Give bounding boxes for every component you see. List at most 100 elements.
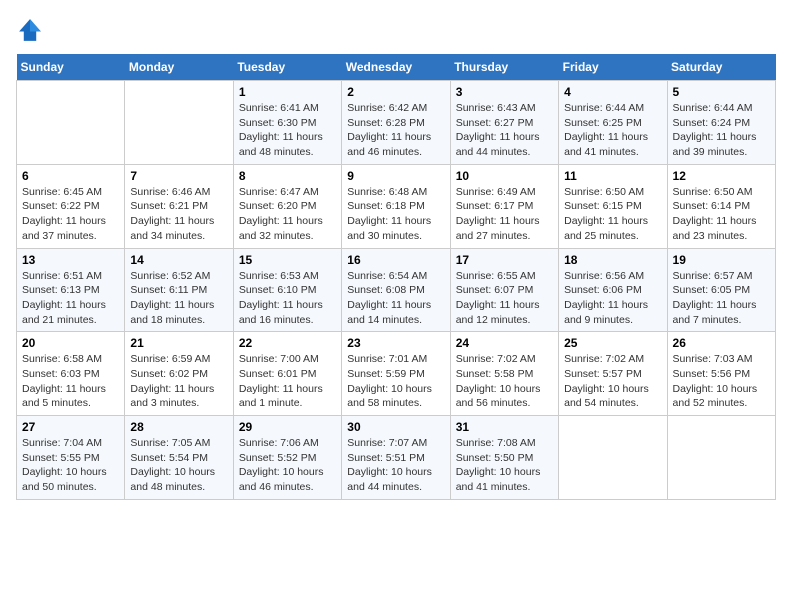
day-number: 18 — [564, 253, 661, 267]
day-info: Sunrise: 7:08 AM Sunset: 5:50 PM Dayligh… — [456, 436, 553, 495]
calendar-cell: 9 Sunrise: 6:48 AM Sunset: 6:18 PM Daylig… — [342, 164, 450, 248]
calendar-cell: 12Sunrise: 6:50 AM Sunset: 6:14 PM Dayli… — [667, 164, 775, 248]
calendar-table: SundayMondayTuesdayWednesdayThursdayFrid… — [16, 54, 776, 500]
day-number: 15 — [239, 253, 336, 267]
day-number: 9 — [347, 169, 444, 183]
header-friday: Friday — [559, 54, 667, 81]
calendar-cell: 17 Sunrise: 6:55 AM Sunset: 6:07 PM Dayli… — [450, 248, 558, 332]
calendar-cell: 13 Sunrise: 6:51 AM Sunset: 6:13 PM Dayli… — [17, 248, 125, 332]
calendar-cell: 25 Sunrise: 7:02 AM Sunset: 5:57 PM Dayli… — [559, 332, 667, 416]
day-number: 1 — [239, 85, 336, 99]
day-info: Sunrise: 6:52 AM Sunset: 6:11 PM Dayligh… — [130, 269, 227, 328]
calendar-cell: 5 Sunrise: 6:44 AM Sunset: 6:24 PM Daylig… — [667, 81, 775, 165]
day-number: 14 — [130, 253, 227, 267]
header-sunday: Sunday — [17, 54, 125, 81]
day-info: Sunrise: 6:51 AM Sunset: 6:13 PM Dayligh… — [22, 269, 119, 328]
day-number: 20 — [22, 336, 119, 350]
day-info: Sunrise: 7:01 AM Sunset: 5:59 PM Dayligh… — [347, 352, 444, 411]
day-number: 26 — [673, 336, 770, 350]
day-info: Sunrise: 6:53 AM Sunset: 6:10 PM Dayligh… — [239, 269, 336, 328]
day-info: Sunrise: 6:43 AM Sunset: 6:27 PM Dayligh… — [456, 101, 553, 160]
calendar-cell: 15 Sunrise: 6:53 AM Sunset: 6:10 PM Dayli… — [233, 248, 341, 332]
day-info: Sunrise: 7:02 AM Sunset: 5:57 PM Dayligh… — [564, 352, 661, 411]
day-info: Sunrise: 6:55 AM Sunset: 6:07 PM Dayligh… — [456, 269, 553, 328]
day-info: Sunrise: 7:07 AM Sunset: 5:51 PM Dayligh… — [347, 436, 444, 495]
day-number: 19 — [673, 253, 770, 267]
day-info: Sunrise: 6:49 AM Sunset: 6:17 PM Dayligh… — [456, 185, 553, 244]
day-info: Sunrise: 6:50 AM Sunset: 6:15 PM Dayligh… — [564, 185, 661, 244]
day-info: Sunrise: 7:00 AM Sunset: 6:01 PM Dayligh… — [239, 352, 336, 411]
day-number: 16 — [347, 253, 444, 267]
day-info: Sunrise: 6:58 AM Sunset: 6:03 PM Dayligh… — [22, 352, 119, 411]
day-info: Sunrise: 6:50 AM Sunset: 6:14 PM Dayligh… — [673, 185, 770, 244]
day-number: 23 — [347, 336, 444, 350]
calendar-cell: 23 Sunrise: 7:01 AM Sunset: 5:59 PM Dayli… — [342, 332, 450, 416]
calendar-cell: 11Sunrise: 6:50 AM Sunset: 6:15 PM Dayli… — [559, 164, 667, 248]
day-info: Sunrise: 6:56 AM Sunset: 6:06 PM Dayligh… — [564, 269, 661, 328]
day-info: Sunrise: 6:46 AM Sunset: 6:21 PM Dayligh… — [130, 185, 227, 244]
day-number: 3 — [456, 85, 553, 99]
day-info: Sunrise: 6:59 AM Sunset: 6:02 PM Dayligh… — [130, 352, 227, 411]
calendar-cell: 3 Sunrise: 6:43 AM Sunset: 6:27 PM Daylig… — [450, 81, 558, 165]
calendar-week-1: 1 Sunrise: 6:41 AM Sunset: 6:30 PM Daylig… — [17, 81, 776, 165]
day-info: Sunrise: 6:47 AM Sunset: 6:20 PM Dayligh… — [239, 185, 336, 244]
day-number: 30 — [347, 420, 444, 434]
day-info: Sunrise: 6:45 AM Sunset: 6:22 PM Dayligh… — [22, 185, 119, 244]
calendar-cell: 31 Sunrise: 7:08 AM Sunset: 5:50 PM Dayli… — [450, 416, 558, 500]
day-info: Sunrise: 6:57 AM Sunset: 6:05 PM Dayligh… — [673, 269, 770, 328]
day-info: Sunrise: 7:04 AM Sunset: 5:55 PM Dayligh… — [22, 436, 119, 495]
header-monday: Monday — [125, 54, 233, 81]
calendar-week-2: 6 Sunrise: 6:45 AM Sunset: 6:22 PM Daylig… — [17, 164, 776, 248]
calendar-cell: 19 Sunrise: 6:57 AM Sunset: 6:05 PM Dayli… — [667, 248, 775, 332]
day-number: 31 — [456, 420, 553, 434]
day-number: 25 — [564, 336, 661, 350]
calendar-cell: 28 Sunrise: 7:05 AM Sunset: 5:54 PM Dayli… — [125, 416, 233, 500]
page-header — [16, 16, 776, 44]
day-number: 10 — [456, 169, 553, 183]
calendar-cell — [125, 81, 233, 165]
day-number: 27 — [22, 420, 119, 434]
calendar-cell: 26 Sunrise: 7:03 AM Sunset: 5:56 PM Dayli… — [667, 332, 775, 416]
logo — [16, 16, 48, 44]
calendar-cell: 27 Sunrise: 7:04 AM Sunset: 5:55 PM Dayli… — [17, 416, 125, 500]
calendar-cell: 4 Sunrise: 6:44 AM Sunset: 6:25 PM Daylig… — [559, 81, 667, 165]
calendar-cell — [559, 416, 667, 500]
day-number: 8 — [239, 169, 336, 183]
calendar-week-3: 13 Sunrise: 6:51 AM Sunset: 6:13 PM Dayli… — [17, 248, 776, 332]
calendar-cell: 10 Sunrise: 6:49 AM Sunset: 6:17 PM Dayli… — [450, 164, 558, 248]
day-number: 6 — [22, 169, 119, 183]
day-info: Sunrise: 6:42 AM Sunset: 6:28 PM Dayligh… — [347, 101, 444, 160]
calendar-cell: 29Sunrise: 7:06 AM Sunset: 5:52 PM Dayli… — [233, 416, 341, 500]
calendar-cell: 20 Sunrise: 6:58 AM Sunset: 6:03 PM Dayli… — [17, 332, 125, 416]
calendar-week-5: 27 Sunrise: 7:04 AM Sunset: 5:55 PM Dayli… — [17, 416, 776, 500]
day-number: 17 — [456, 253, 553, 267]
day-info: Sunrise: 6:44 AM Sunset: 6:25 PM Dayligh… — [564, 101, 661, 160]
header-wednesday: Wednesday — [342, 54, 450, 81]
day-number: 28 — [130, 420, 227, 434]
day-info: Sunrise: 6:44 AM Sunset: 6:24 PM Dayligh… — [673, 101, 770, 160]
day-number: 13 — [22, 253, 119, 267]
day-info: Sunrise: 7:02 AM Sunset: 5:58 PM Dayligh… — [456, 352, 553, 411]
day-number: 21 — [130, 336, 227, 350]
day-number: 4 — [564, 85, 661, 99]
calendar-cell — [667, 416, 775, 500]
day-info: Sunrise: 7:05 AM Sunset: 5:54 PM Dayligh… — [130, 436, 227, 495]
calendar-header-row: SundayMondayTuesdayWednesdayThursdayFrid… — [17, 54, 776, 81]
day-info: Sunrise: 6:41 AM Sunset: 6:30 PM Dayligh… — [239, 101, 336, 160]
calendar-cell — [17, 81, 125, 165]
calendar-cell: 6 Sunrise: 6:45 AM Sunset: 6:22 PM Daylig… — [17, 164, 125, 248]
day-number: 29 — [239, 420, 336, 434]
calendar-cell: 21 Sunrise: 6:59 AM Sunset: 6:02 PM Dayli… — [125, 332, 233, 416]
calendar-cell: 18 Sunrise: 6:56 AM Sunset: 6:06 PM Dayli… — [559, 248, 667, 332]
day-info: Sunrise: 7:03 AM Sunset: 5:56 PM Dayligh… — [673, 352, 770, 411]
day-info: Sunrise: 6:54 AM Sunset: 6:08 PM Dayligh… — [347, 269, 444, 328]
day-number: 24 — [456, 336, 553, 350]
header-saturday: Saturday — [667, 54, 775, 81]
day-info: Sunrise: 6:48 AM Sunset: 6:18 PM Dayligh… — [347, 185, 444, 244]
calendar-cell: 1 Sunrise: 6:41 AM Sunset: 6:30 PM Daylig… — [233, 81, 341, 165]
calendar-cell: 8 Sunrise: 6:47 AM Sunset: 6:20 PM Daylig… — [233, 164, 341, 248]
calendar-cell: 16 Sunrise: 6:54 AM Sunset: 6:08 PM Dayli… — [342, 248, 450, 332]
day-number: 5 — [673, 85, 770, 99]
calendar-cell: 7Sunrise: 6:46 AM Sunset: 6:21 PM Daylig… — [125, 164, 233, 248]
header-tuesday: Tuesday — [233, 54, 341, 81]
